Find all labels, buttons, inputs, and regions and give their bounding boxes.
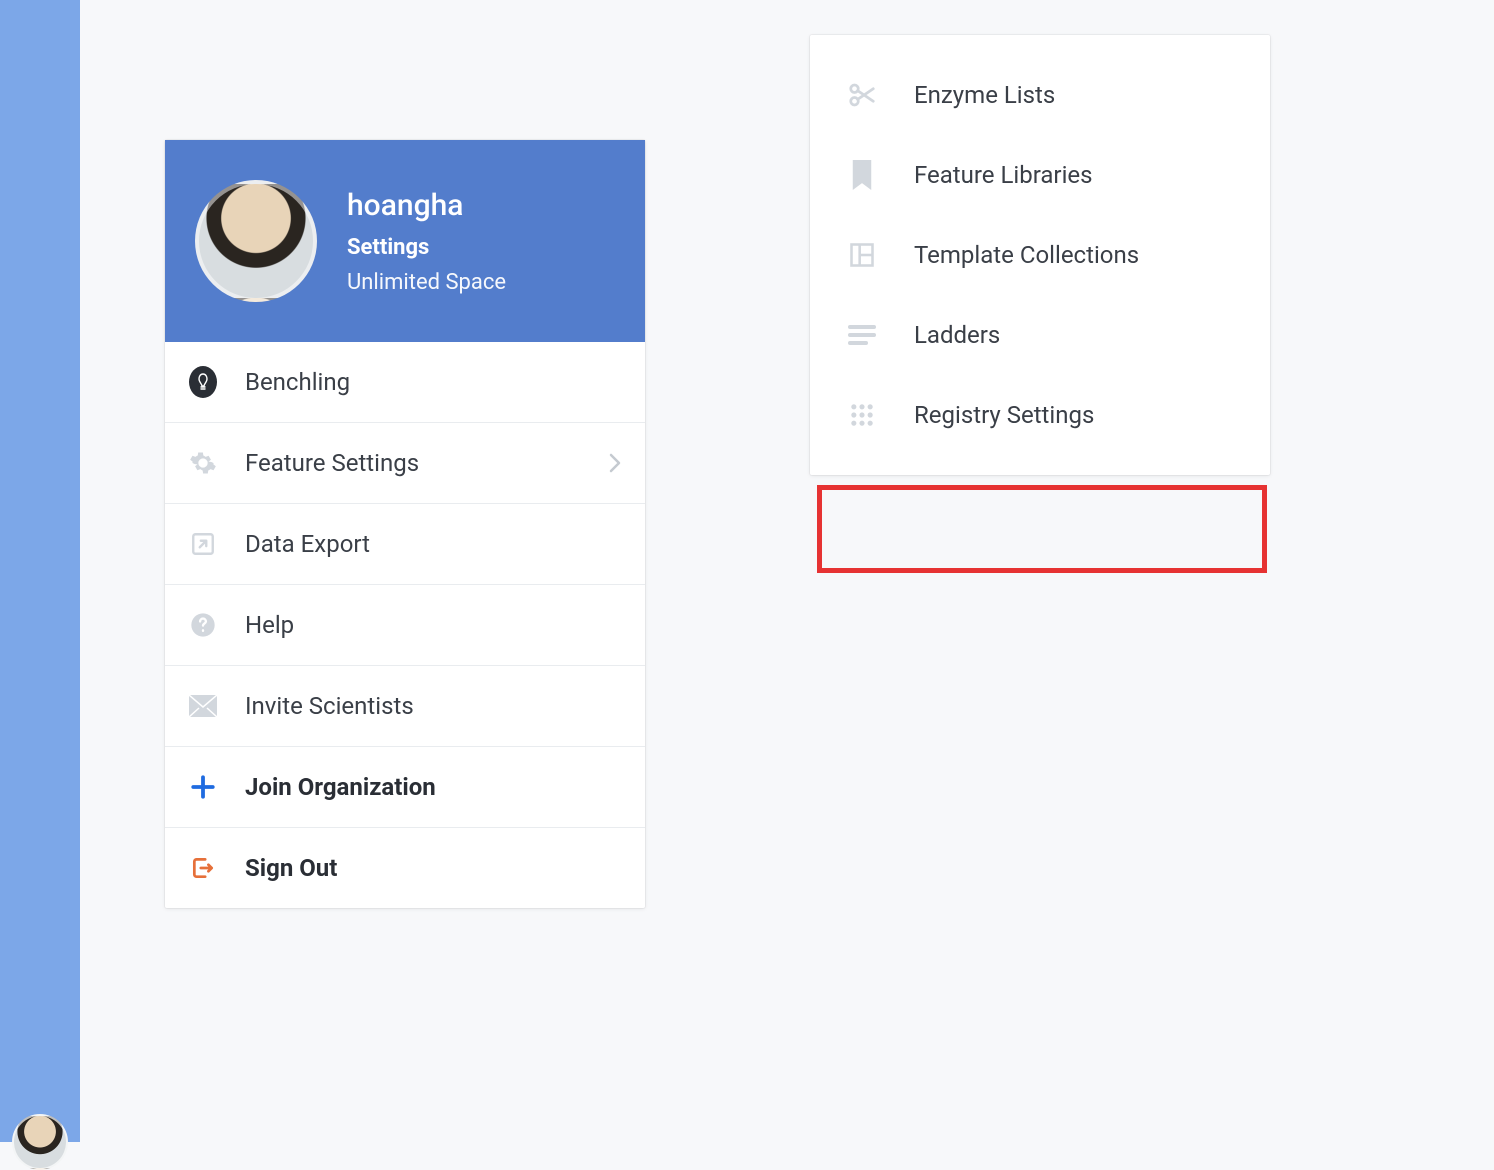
menu-item-label: Sign Out [245,854,621,882]
left-nav-rail [0,0,80,1142]
submenu-item-label: Enzyme Lists [914,81,1055,109]
menu-item-data-export[interactable]: Data Export [165,504,645,585]
plus-icon [189,773,217,801]
submenu-item-label: Registry Settings [914,401,1094,429]
profile-header: hoangha Settings Unlimited Space [165,140,645,342]
submenu-item-label: Template Collections [914,241,1139,269]
export-icon [189,530,217,558]
feature-settings-submenu: Enzyme Lists Feature Libraries Template … [810,35,1270,475]
mail-icon [189,692,217,720]
submenu-item-feature-libraries[interactable]: Feature Libraries [810,135,1270,215]
highlight-registry-settings [817,485,1267,573]
profile-text: hoangha Settings Unlimited Space [347,188,506,295]
menu-item-benchling[interactable]: Benchling [165,342,645,423]
avatar[interactable] [195,180,317,302]
menu-item-label: Benchling [245,368,621,396]
settings-title: Settings [347,235,506,260]
menu-item-label: Join Organization [245,773,621,801]
menu-item-feature-settings[interactable]: Feature Settings [165,423,645,504]
menu-item-label: Help [245,611,621,639]
ladder-icon [846,319,878,351]
submenu-item-label: Feature Libraries [914,161,1093,189]
benchling-icon [189,368,217,396]
submenu-item-ladders[interactable]: Ladders [810,295,1270,375]
grid-icon [846,399,878,431]
gear-icon [189,449,217,477]
signout-icon [189,854,217,882]
help-icon [189,611,217,639]
user-settings-panel: hoangha Settings Unlimited Space Benchli… [165,140,645,908]
menu-item-label: Feature Settings [245,449,581,477]
menu-item-label: Invite Scientists [245,692,621,720]
submenu-item-registry-settings[interactable]: Registry Settings [810,375,1270,455]
submenu-item-template-collections[interactable]: Template Collections [810,215,1270,295]
menu-item-invite-scientists[interactable]: Invite Scientists [165,666,645,747]
space-label: Unlimited Space [347,270,506,295]
submenu-item-label: Ladders [914,321,1000,349]
username: hoangha [347,188,506,223]
menu-item-help[interactable]: Help [165,585,645,666]
scissors-icon [846,79,878,111]
rail-avatar[interactable] [12,1114,68,1170]
submenu-item-enzyme-lists[interactable]: Enzyme Lists [810,55,1270,135]
chevron-right-icon [609,453,621,473]
menu-item-label: Data Export [245,530,621,558]
bookmark-icon [846,159,878,191]
template-icon [846,239,878,271]
menu-item-join-organization[interactable]: Join Organization [165,747,645,828]
menu-item-sign-out[interactable]: Sign Out [165,828,645,908]
